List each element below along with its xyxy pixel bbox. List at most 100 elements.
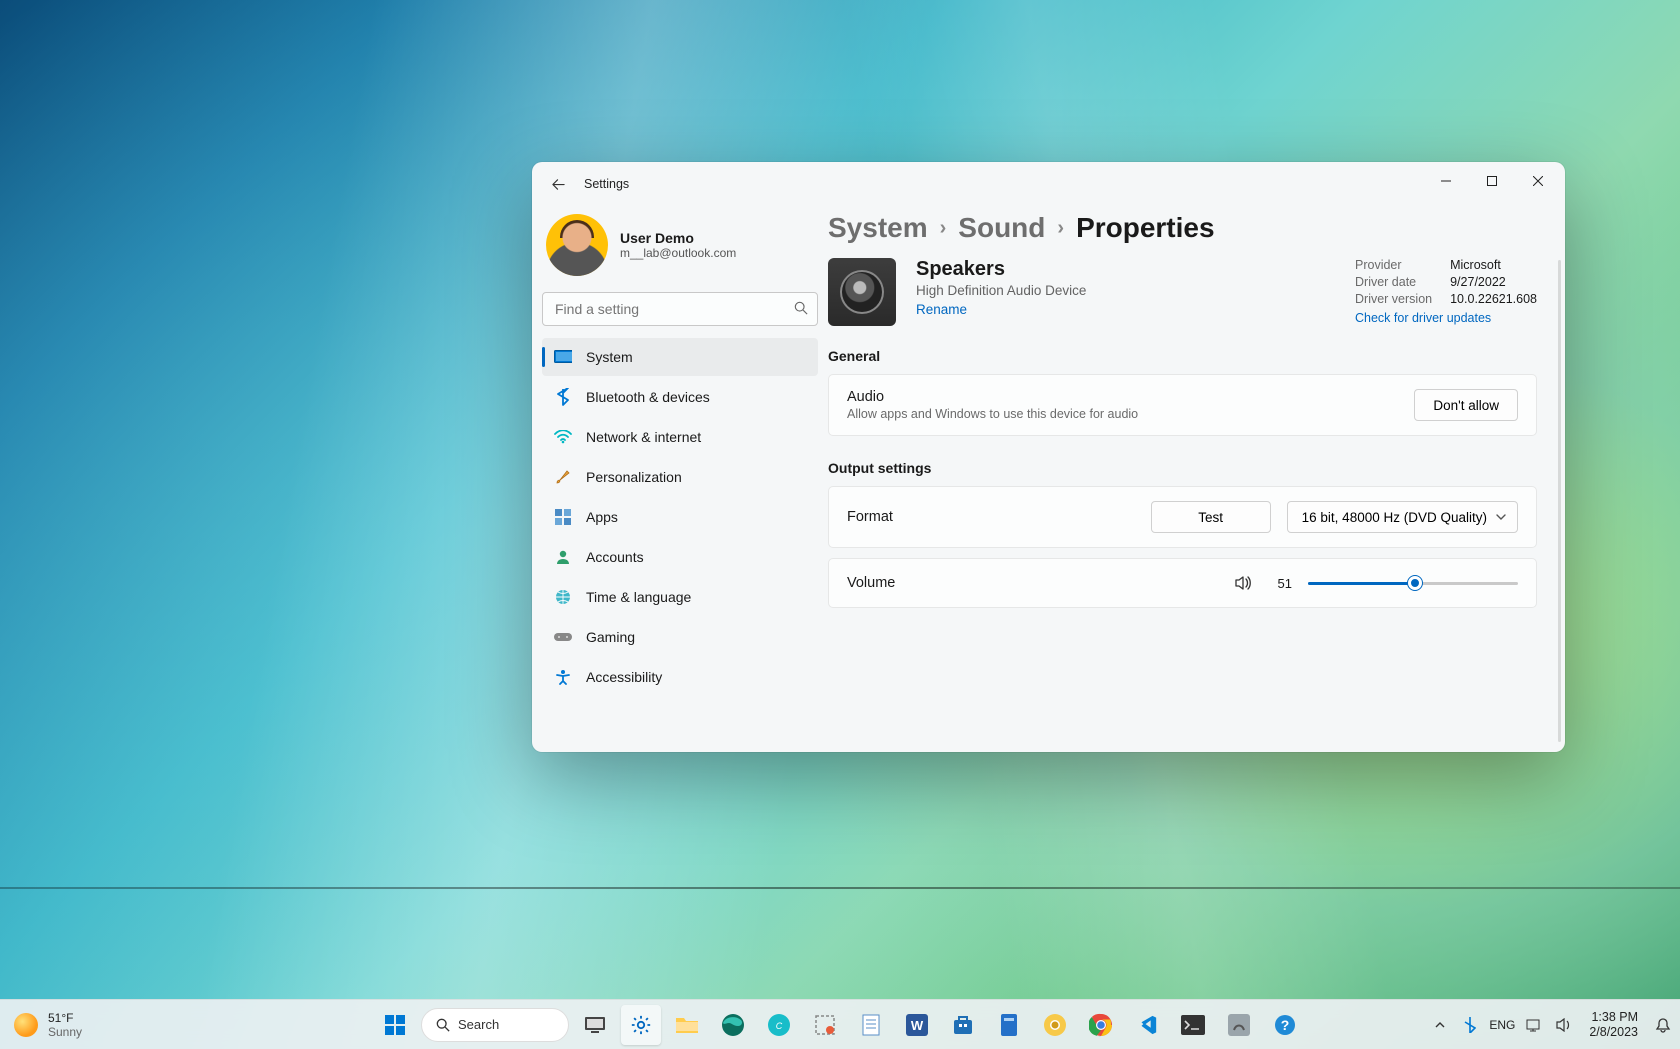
window-title: Settings [584,177,629,191]
tray-volume[interactable] [1553,1018,1575,1032]
apps-icon [554,508,572,526]
driver-info: Provider Microsoft Driver date 9/27/2022… [1355,258,1537,325]
taskbar-app-chrome-canary[interactable] [1035,1005,1075,1045]
windows-logo-icon [383,1013,407,1037]
weather-widget[interactable]: 51°F Sunny [0,1011,82,1039]
scrollbar[interactable] [1558,260,1561,742]
taskbar-app-help[interactable]: ? [1265,1005,1305,1045]
taskbar-app-calc[interactable] [989,1005,1029,1045]
terminal-icon [1181,1015,1205,1035]
sidebar-item-apps[interactable]: Apps [542,498,818,536]
taskbar-app-terminal[interactable] [1173,1005,1213,1045]
nav-list: System Bluetooth & devices Network & int… [542,338,818,696]
search-icon [436,1018,450,1032]
profile-name: User Demo [620,230,736,246]
close-icon [1533,176,1543,186]
taskbar-app-settings[interactable] [621,1005,661,1045]
tray-network[interactable] [1523,1018,1545,1032]
format-dropdown[interactable]: 16 bit, 48000 Hz (DVD Quality) [1287,501,1518,533]
test-button[interactable]: Test [1151,501,1271,533]
chevron-right-icon: › [940,217,947,240]
breadcrumb-current: Properties [1076,212,1215,244]
app-icon [1228,1014,1250,1036]
sidebar-item-accessibility[interactable]: Accessibility [542,658,818,696]
start-button[interactable] [375,1005,415,1045]
tray-bluetooth[interactable] [1459,1017,1481,1033]
taskbar-app-explorer[interactable] [667,1005,707,1045]
clock[interactable]: 1:38 PM 2/8/2023 [1583,1010,1644,1040]
breadcrumb-sound[interactable]: Sound [958,212,1045,244]
search-input[interactable] [542,292,818,326]
taskbar: 51°F Sunny Search C W [0,999,1680,1049]
folder-icon [675,1015,699,1035]
back-button[interactable] [546,172,570,196]
system-icon [554,348,572,366]
svg-text:W: W [911,1018,924,1033]
slider-thumb[interactable] [1408,576,1422,590]
taskbar-search[interactable]: Search [421,1008,569,1042]
breadcrumb-system[interactable]: System [828,212,928,244]
profile-block[interactable]: User Demo m__lab@outlook.com [542,206,818,292]
chrome-canary-icon [1043,1013,1067,1037]
format-selected: 16 bit, 48000 Hz (DVD Quality) [1302,510,1487,525]
taskbar-app-snip[interactable] [805,1005,845,1045]
maximize-button[interactable] [1469,165,1515,197]
taskbar-app-generic1[interactable] [1219,1005,1259,1045]
sun-icon [14,1013,38,1037]
taskbar-app-store[interactable] [943,1005,983,1045]
gear-icon [630,1014,652,1036]
output-settings-heading: Output settings [828,460,1537,476]
svg-text:?: ? [1281,1017,1290,1033]
sidebar-item-network[interactable]: Network & internet [542,418,818,456]
arrow-left-icon [551,177,566,192]
chrome-icon [1089,1013,1113,1037]
nav-label: Accounts [586,549,644,565]
sidebar-item-time[interactable]: Time & language [542,578,818,616]
bell-icon [1655,1017,1671,1033]
audio-description: Allow apps and Windows to use this devic… [847,407,1138,421]
check-driver-updates-link[interactable]: Check for driver updates [1355,311,1537,325]
close-button[interactable] [1515,165,1561,197]
device-name: Speakers [916,258,1335,281]
driver-date-label: Driver date [1355,275,1432,289]
weather-temp: 51°F [48,1011,82,1025]
sidebar-item-system[interactable]: System [542,338,818,376]
sidebar-item-bluetooth[interactable]: Bluetooth & devices [542,378,818,416]
taskbar-app-notepad[interactable] [851,1005,891,1045]
network-icon [1526,1018,1542,1032]
task-view-button[interactable] [575,1005,615,1045]
snip-icon [814,1014,836,1036]
minimize-button[interactable] [1423,165,1469,197]
taskbar-app-chrome[interactable] [1081,1005,1121,1045]
taskbar-app-word[interactable]: W [897,1005,937,1045]
taskbar-app-canva[interactable]: C [759,1005,799,1045]
sidebar: User Demo m__lab@outlook.com System [532,200,828,752]
tray-overflow[interactable] [1429,1019,1451,1031]
general-heading: General [828,348,1537,364]
speaker-icon[interactable] [1234,574,1252,592]
provider-value: Microsoft [1450,258,1537,272]
bluetooth-icon [1464,1017,1476,1033]
volume-label: Volume [847,575,895,591]
taskbar-app-edge[interactable] [713,1005,753,1045]
clock-globe-icon [554,588,572,606]
gamepad-icon [554,628,572,646]
notifications-button[interactable] [1652,1017,1674,1033]
rename-link[interactable]: Rename [916,302,967,317]
clock-time: 1:38 PM [1589,1010,1638,1025]
volume-slider[interactable] [1308,573,1518,593]
sidebar-item-personalization[interactable]: Personalization [542,458,818,496]
sidebar-item-gaming[interactable]: Gaming [542,618,818,656]
bluetooth-icon [554,388,572,406]
taskbar-app-vscode[interactable] [1127,1005,1167,1045]
profile-email: m__lab@outlook.com [620,246,736,260]
nav-label: Bluetooth & devices [586,389,710,405]
avatar [546,214,608,276]
settings-window: Settings User Demo m__lab@outlook.com [532,162,1565,752]
desktop: Settings User Demo m__lab@outlook.com [0,0,1680,1049]
language-indicator[interactable]: ENG [1489,1018,1515,1032]
sidebar-item-accounts[interactable]: Accounts [542,538,818,576]
volume-card: Volume 51 [828,558,1537,608]
dont-allow-button[interactable]: Don't allow [1414,389,1518,421]
system-tray: ENG 1:38 PM 2/8/2023 [1429,1010,1680,1040]
